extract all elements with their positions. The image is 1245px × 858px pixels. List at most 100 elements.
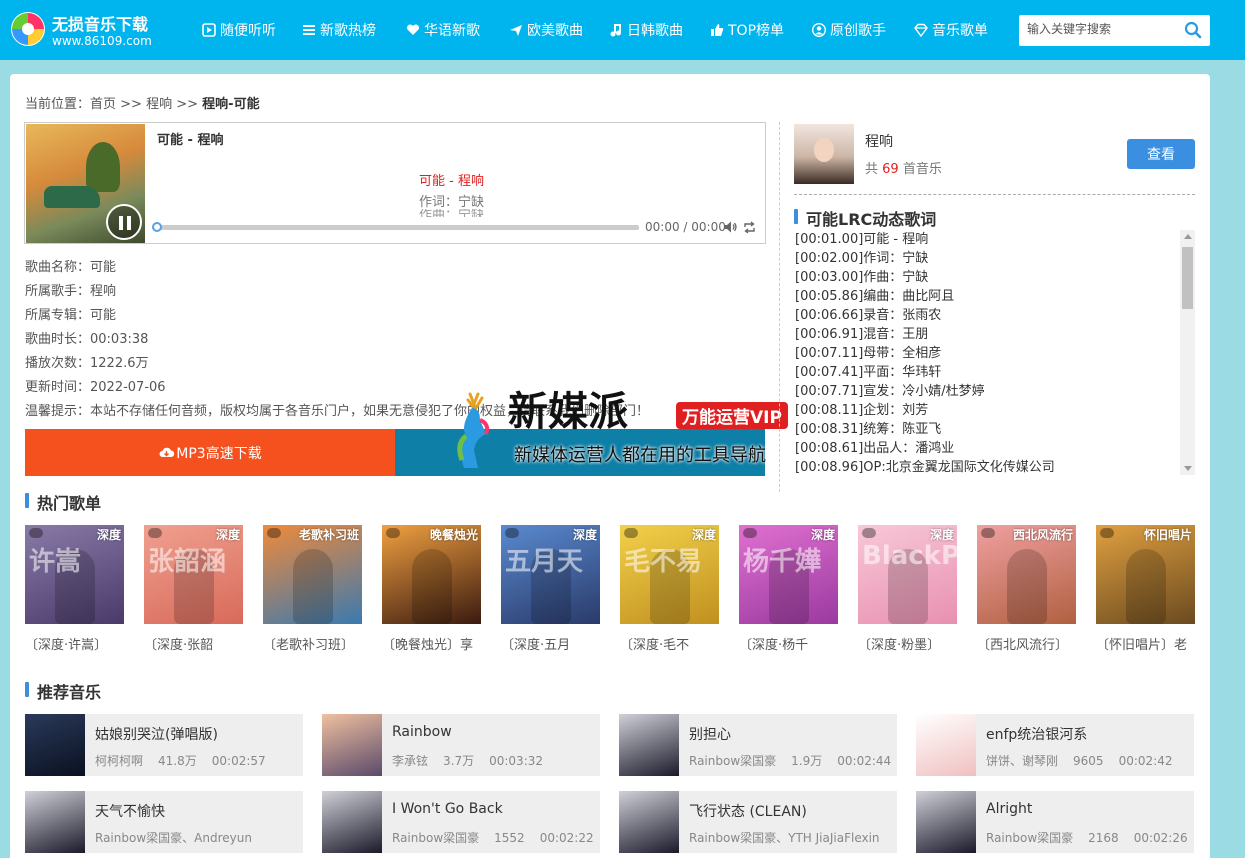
- song-name[interactable]: 天气不愉快: [95, 801, 165, 821]
- playlist-tag: 晚餐烛光: [429, 528, 478, 542]
- mp3-download-button[interactable]: MP3高速下载: [25, 429, 396, 476]
- playlist-card[interactable]: 老歌补习班〔老歌补习班〕: [263, 525, 362, 653]
- singer-name[interactable]: 程响: [865, 131, 893, 151]
- playlist-caption[interactable]: 〔深度·粉墨〕: [858, 634, 957, 653]
- nav-item-western[interactable]: 欧美歌曲: [509, 20, 583, 40]
- lrc-lyrics-box[interactable]: [00:01.00]可能 - 程响 [00:02.00]作词：宁缺 [00:03.0…: [795, 230, 1195, 475]
- logo-icon[interactable]: [10, 11, 46, 47]
- recommend-item[interactable]: enfp统治银河系饼饼、谢琴刚 9605 00:02:42: [916, 714, 1194, 776]
- song-thumbnail[interactable]: [25, 714, 85, 776]
- song-artist: Rainbow梁国豪: [689, 754, 777, 768]
- playlist-cover[interactable]: 杨千嬅 深度: [739, 525, 838, 624]
- nav-item-top[interactable]: TOP榜单: [710, 20, 784, 40]
- logo-badge-icon: [981, 528, 995, 538]
- playlist-caption[interactable]: 〔深度·杨千: [739, 634, 838, 653]
- playlist-tag: 深度: [215, 528, 240, 542]
- volume-icon[interactable]: [723, 220, 737, 234]
- playlist-caption[interactable]: 〔深度·毛不: [620, 634, 719, 653]
- playlist-cover[interactable]: 张韶涵 深度: [144, 525, 243, 624]
- song-meta: Rainbow梁国豪、Andreyun: [95, 829, 297, 846]
- progress-knob[interactable]: [152, 222, 162, 232]
- song-thumbnail[interactable]: [619, 791, 679, 853]
- recommend-item[interactable]: 飞行状态 (CLEAN) Rainbow梁国豪、YTH JiaJiaFlexin: [619, 791, 897, 853]
- playlist-caption[interactable]: 〔晚餐烛光〕享: [382, 634, 481, 653]
- nav-item-chinese[interactable]: 华语新歌: [406, 20, 480, 40]
- playlist-caption[interactable]: 〔深度·许嵩〕: [25, 634, 124, 653]
- scroll-up-arrow-icon[interactable]: [1184, 234, 1192, 239]
- playlist-cover[interactable]: 西北风流行: [977, 525, 1076, 624]
- breadcrumb-home[interactable]: 首页: [90, 97, 116, 112]
- singer-avatar[interactable]: [794, 124, 854, 184]
- playlist-cover[interactable]: 老歌补习班: [263, 525, 362, 624]
- repeat-icon[interactable]: [743, 221, 756, 234]
- playlist-cover[interactable]: BlackPink深度: [858, 525, 957, 624]
- playlist-cover[interactable]: 许嵩 深度: [25, 525, 124, 624]
- song-name[interactable]: Alright: [986, 801, 1032, 817]
- playlist-cover[interactable]: 怀旧唱片: [1096, 525, 1195, 624]
- logo-url[interactable]: www.86109.com: [52, 34, 152, 48]
- song-thumbnail[interactable]: [619, 714, 679, 776]
- song-name[interactable]: enfp统治银河系: [986, 724, 1087, 744]
- playlist-caption[interactable]: 〔怀旧唱片〕老: [1096, 634, 1195, 653]
- playlist-card[interactable]: 张韶涵 深度〔深度·张韶: [144, 525, 243, 653]
- song-thumbnail[interactable]: [322, 791, 382, 853]
- recommend-item[interactable]: 天气不愉快 Rainbow梁国豪、Andreyun: [25, 791, 303, 853]
- nav-item-random[interactable]: 随便听听: [202, 20, 276, 40]
- watermark-overlay: 新媒派 万能运营VIP 新媒体运营人都在用的工具导航: [448, 386, 803, 476]
- song-name[interactable]: Rainbow: [392, 724, 452, 740]
- playlist-cover[interactable]: 五月天 深度: [501, 525, 600, 624]
- nav-item-playlists[interactable]: 音乐歌单: [914, 20, 988, 40]
- song-thumbnail[interactable]: [916, 791, 976, 853]
- pause-button[interactable]: [106, 204, 142, 240]
- playlist-tag: 深度: [572, 528, 597, 542]
- logo-title[interactable]: 无损音乐下载: [52, 11, 148, 35]
- breadcrumb-artist[interactable]: 程响: [146, 97, 172, 112]
- recommend-item[interactable]: Alright Rainbow梁国豪 2168 00:02:26: [916, 791, 1194, 853]
- song-duration: 00:02:22: [539, 831, 594, 845]
- song-duration: 00:02:26: [1133, 831, 1188, 845]
- playlist-card[interactable]: 五月天 深度〔深度·五月: [501, 525, 600, 653]
- scroll-thumb[interactable]: [1182, 247, 1193, 309]
- playlist-caption[interactable]: 〔深度·张韶: [144, 634, 243, 653]
- playlist-caption[interactable]: 〔深度·五月: [501, 634, 600, 653]
- song-name[interactable]: 飞行状态 (CLEAN): [689, 801, 807, 821]
- playlist-caption[interactable]: 〔老歌补习班〕: [263, 634, 362, 653]
- music-note-icon: [610, 24, 621, 37]
- nav-item-new-hot[interactable]: 新歌热榜: [302, 20, 376, 40]
- recommend-item[interactable]: I Won't Go Back Rainbow梁国豪 1552 00:02:22: [322, 791, 600, 853]
- nav-item-jpkr[interactable]: 日韩歌曲: [609, 20, 683, 40]
- search-input[interactable]: [1027, 22, 1177, 36]
- playlist-caption[interactable]: 〔西北风流行〕: [977, 634, 1076, 653]
- playlist-cover[interactable]: 毛不易 深度: [620, 525, 719, 624]
- recommend-item[interactable]: Rainbow 李承铉 3.7万 00:03:32: [322, 714, 600, 776]
- recommend-item[interactable]: 姑娘别哭泣(弹唱版) 柯柯柯啊 41.8万 00:02:57: [25, 714, 303, 776]
- song-plays: 9605: [1073, 754, 1104, 768]
- playlist-card[interactable]: 杨千嬅 深度〔深度·杨千: [739, 525, 838, 653]
- song-plays: 3.7万: [443, 754, 475, 768]
- song-thumbnail[interactable]: [916, 714, 976, 776]
- view-singer-button[interactable]: 查看: [1127, 139, 1195, 169]
- playlist-card[interactable]: 怀旧唱片〔怀旧唱片〕老: [1096, 525, 1195, 653]
- song-thumbnail[interactable]: [322, 714, 382, 776]
- song-thumbnail[interactable]: [25, 791, 85, 853]
- playlist-card[interactable]: 西北风流行〔西北风流行〕: [977, 525, 1076, 653]
- breadcrumb-current: 程响-可能: [202, 97, 260, 112]
- song-name[interactable]: I Won't Go Back: [392, 801, 503, 817]
- scroll-down-arrow-icon[interactable]: [1184, 466, 1192, 471]
- playlist-card[interactable]: BlackPink深度〔深度·粉墨〕: [858, 525, 957, 653]
- playlist-card[interactable]: 晚餐烛光〔晚餐烛光〕享: [382, 525, 481, 653]
- plane-icon: [510, 25, 522, 36]
- song-name[interactable]: 姑娘别哭泣(弹唱版): [95, 724, 218, 744]
- song-plays: 2168: [1088, 831, 1119, 845]
- playlist-cover[interactable]: 晚餐烛光: [382, 525, 481, 624]
- nav-label: 音乐歌单: [932, 23, 988, 39]
- lrc-scrollbar[interactable]: [1180, 230, 1195, 475]
- playlist-card[interactable]: 许嵩 深度〔深度·许嵩〕: [25, 525, 124, 653]
- playlist-card[interactable]: 毛不易 深度〔深度·毛不: [620, 525, 719, 653]
- song-meta: 饼饼、谢琴刚 9605 00:02:42: [986, 752, 1187, 769]
- progress-bar[interactable]: [152, 222, 639, 232]
- nav-item-original[interactable]: 原创歌手: [812, 20, 886, 40]
- recommend-item[interactable]: 别担心 Rainbow梁国豪 1.9万 00:02:44: [619, 714, 897, 776]
- search-icon[interactable]: [1184, 21, 1202, 39]
- song-name[interactable]: 别担心: [689, 724, 731, 744]
